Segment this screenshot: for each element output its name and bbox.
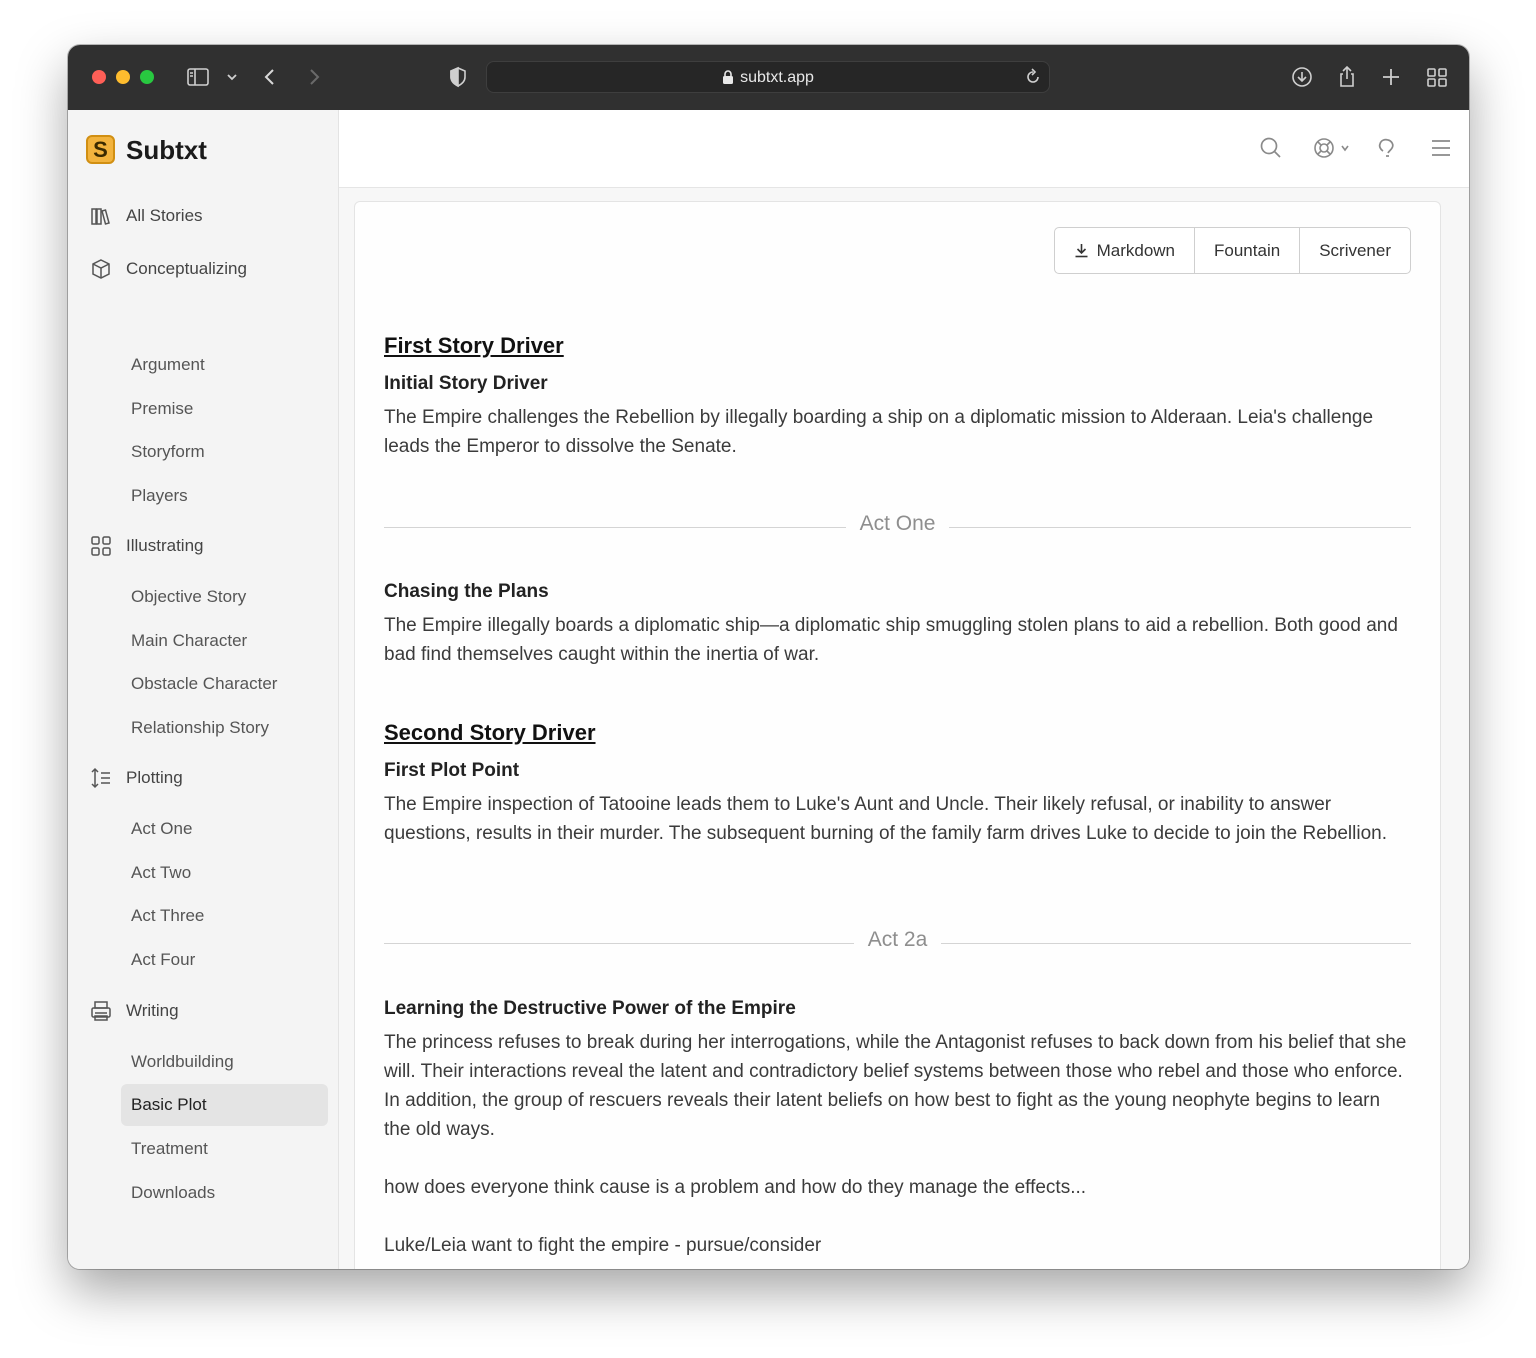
sidebar-item-treatment[interactable]: Treatment bbox=[121, 1128, 328, 1170]
sidebar-toggle-icon[interactable] bbox=[186, 65, 210, 89]
beat-note: how does everyone think cause is a probl… bbox=[384, 1177, 1087, 1198]
sidebar-item-act-four[interactable]: Act Four bbox=[121, 939, 328, 981]
tab-overview-icon[interactable] bbox=[1425, 65, 1449, 89]
brand-name: Subtxt bbox=[126, 135, 207, 165]
story-driver-heading[interactable]: First Story Driver bbox=[384, 333, 564, 359]
driver-subheading: First Plot Point bbox=[384, 760, 520, 781]
beat-heading: Chasing the Plans bbox=[384, 581, 549, 602]
export-scrivener-button[interactable]: Scrivener bbox=[1299, 228, 1410, 273]
lock-icon bbox=[722, 70, 734, 89]
beat-text: The princess refuses to break during her… bbox=[384, 1032, 1407, 1140]
driver-subheading: Initial Story Driver bbox=[384, 373, 548, 394]
grid-icon bbox=[90, 535, 112, 557]
reload-icon[interactable] bbox=[1023, 67, 1043, 87]
sidebar-item-worldbuilding[interactable]: Worldbuilding bbox=[121, 1041, 328, 1083]
act-divider: Act One bbox=[384, 512, 1411, 542]
sidebar-item-act-three[interactable]: Act Three bbox=[121, 895, 328, 937]
close-window-button[interactable] bbox=[92, 70, 106, 84]
sidebar-item-act-one[interactable]: Act One bbox=[121, 808, 328, 850]
subtxt-logo: S bbox=[86, 135, 115, 164]
privacy-shield-icon[interactable] bbox=[446, 65, 470, 89]
search-icon[interactable] bbox=[1259, 136, 1283, 160]
sidebar-item-argument[interactable]: Argument bbox=[121, 344, 328, 386]
sidebar-item-players[interactable]: Players bbox=[121, 475, 328, 517]
share-icon[interactable] bbox=[1335, 65, 1359, 89]
main-panel: Markdown Fountain Scrivener First Story … bbox=[339, 110, 1469, 1269]
sidebar-item-premise[interactable]: Premise bbox=[121, 388, 328, 430]
chevron-down-icon[interactable] bbox=[220, 65, 237, 89]
act-divider: Act 2a bbox=[384, 928, 1411, 958]
export-button-group: Markdown Fountain Scrivener bbox=[1053, 227, 1411, 274]
url-text: subtxt.app bbox=[740, 69, 814, 86]
sidebar-item-storyform[interactable]: Storyform bbox=[121, 431, 328, 473]
export-fountain-button[interactable]: Fountain bbox=[1194, 228, 1299, 273]
zoom-window-button[interactable] bbox=[140, 70, 154, 84]
minimize-window-button[interactable] bbox=[116, 70, 130, 84]
hint-icon[interactable] bbox=[1375, 136, 1399, 160]
sidebar: S Subtxt All Stories Conceptualizing Arg… bbox=[68, 110, 339, 1269]
basic-plot-card: Markdown Fountain Scrivener First Story … bbox=[354, 201, 1441, 1269]
driver-text: The Empire challenges the Rebellion by i… bbox=[384, 407, 1374, 457]
sidebar-item-downloads[interactable]: Downloads bbox=[121, 1172, 328, 1214]
back-icon[interactable] bbox=[258, 65, 282, 89]
story-driver-heading[interactable]: Second Story Driver bbox=[384, 720, 596, 746]
browser-window: subtxt.app S Subtxt All Stories Conceptu… bbox=[68, 45, 1469, 1269]
menu-icon[interactable] bbox=[1429, 136, 1453, 160]
sidebar-item-obstacle-character[interactable]: Obstacle Character bbox=[121, 663, 328, 705]
sidebar-item-basic-plot[interactable]: Basic Plot bbox=[121, 1084, 328, 1126]
list-order-icon bbox=[90, 767, 112, 789]
beat-text: The Empire illegally boards a diplomatic… bbox=[384, 615, 1398, 665]
help-menu-icon[interactable] bbox=[1313, 136, 1351, 160]
act-label: Act 2a bbox=[853, 928, 942, 951]
app-header bbox=[339, 110, 1469, 188]
books-icon bbox=[90, 205, 112, 227]
address-bar[interactable]: subtxt.app bbox=[486, 61, 1050, 93]
printer-icon bbox=[90, 1000, 112, 1022]
sidebar-item-main-character[interactable]: Main Character bbox=[121, 620, 328, 662]
downloads-icon[interactable] bbox=[1290, 65, 1314, 89]
act-label: Act One bbox=[845, 512, 950, 535]
browser-toolbar: subtxt.app bbox=[68, 45, 1469, 110]
sidebar-item-objective-story[interactable]: Objective Story bbox=[121, 576, 328, 618]
sidebar-item-act-two[interactable]: Act Two bbox=[121, 852, 328, 894]
sidebar-item-relationship-story[interactable]: Relationship Story bbox=[121, 707, 328, 749]
new-tab-icon[interactable] bbox=[1379, 65, 1403, 89]
beat-note: Luke/Leia want to fight the empire - pur… bbox=[384, 1235, 822, 1256]
download-icon bbox=[1074, 230, 1089, 273]
forward-icon[interactable] bbox=[302, 65, 326, 89]
export-markdown-button[interactable]: Markdown bbox=[1055, 228, 1194, 273]
cube-icon bbox=[90, 258, 112, 280]
beat-heading: Learning the Destructive Power of the Em… bbox=[384, 998, 796, 1019]
driver-text: The Empire inspection of Tatooine leads … bbox=[384, 794, 1387, 844]
